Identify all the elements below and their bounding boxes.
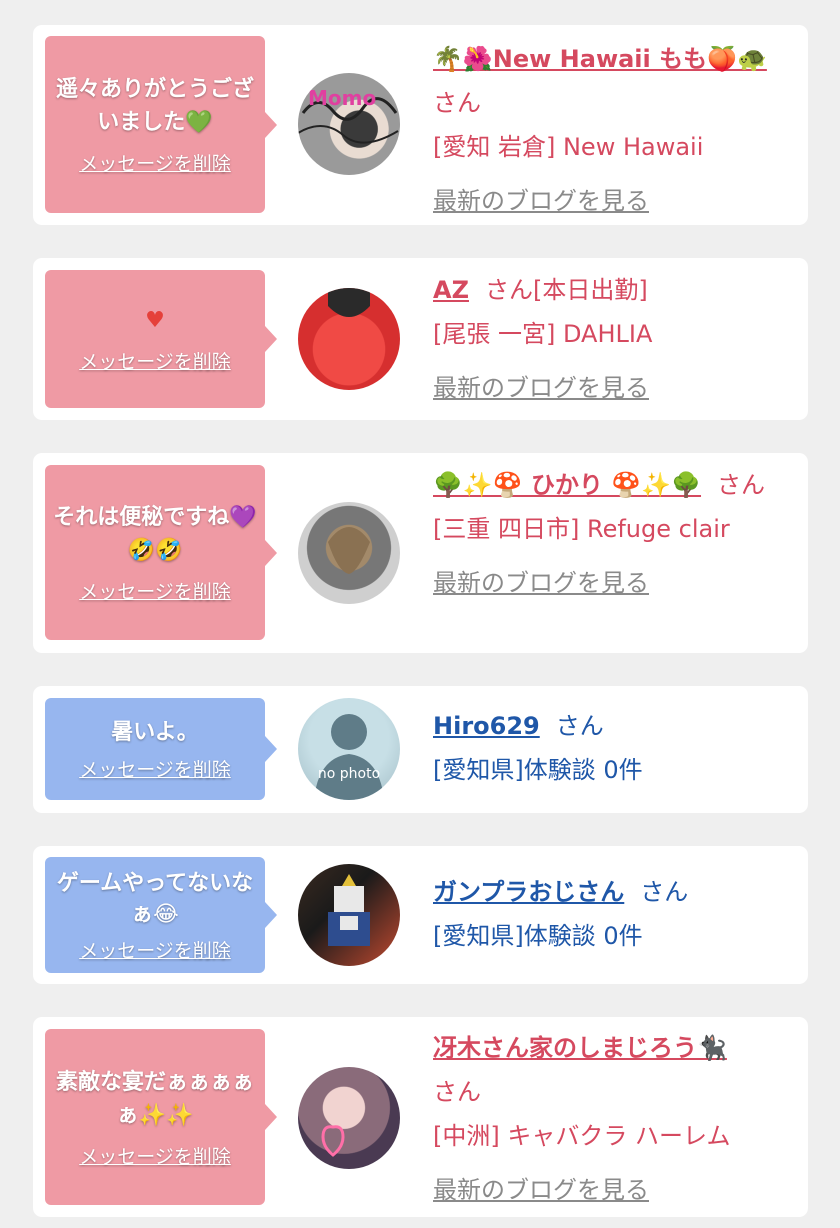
message-text: それは便秘ですね💜🤣🤣 [53,505,257,563]
shop-location: [中洲] キャバクラ ハーレム [433,1122,731,1150]
message-bubble: 素敵な宴だぁぁぁぁぁ✨✨ メッセージを削除 [45,1029,277,1205]
avatar-image [328,527,370,574]
avatar[interactable] [298,864,400,966]
avatar-image [321,1125,345,1157]
message-card: 素敵な宴だぁぁぁぁぁ✨✨ メッセージを削除 冴木さん家のしまじろう🐈‍⬛ さん … [33,1017,808,1217]
sender-info: ガンプラおじさん さん [愛知県]体験談 0件 [433,870,790,958]
message-bubble: ゲームやってないなぁ😂 メッセージを削除 [45,857,277,973]
review-count: [愛知県]体験談 0件 [433,922,643,950]
message-text: ♥ [145,308,165,333]
sender-suffix: さん [717,471,766,499]
sender-name-link[interactable]: 冴木さん家のしまじろう🐈‍⬛ [433,1034,727,1062]
sender-name-link[interactable]: AZ [433,276,469,304]
message-card: 遥々ありがとうございました💚 メッセージを削除 Momo 🌴🌺New Hawai… [33,25,808,225]
sender-info: AZ さん[本日出勤] [尾張 一宮] DAHLIA 最新のブログを見る [433,268,790,410]
shop-location: [尾張 一宮] DAHLIA [433,320,653,348]
avatar-image: no photo [314,714,384,800]
sender-info: 冴木さん家のしまじろう🐈‍⬛ さん [中洲] キャバクラ ハーレム 最新のブログ… [433,1026,790,1212]
avatar[interactable] [298,288,400,390]
delete-message-link[interactable]: メッセージを削除 [79,1142,231,1169]
message-text: 素敵な宴だぁぁぁぁぁ✨✨ [55,1069,254,1128]
delete-message-link[interactable]: メッセージを削除 [79,577,231,604]
sender-info: Hiro629 さん [愛知県]体験談 0件 [433,704,790,792]
avatar-image [328,874,370,946]
avatar-image [328,288,370,317]
delete-message-link[interactable]: メッセージを削除 [79,347,231,374]
sender-name-link[interactable]: 🌳✨🍄 ひかり 🍄✨🌳 [433,471,701,499]
sender-suffix: さん [433,1078,481,1106]
latest-blog-link[interactable]: 最新のブログを見る [433,569,649,597]
delete-message-link[interactable]: メッセージを削除 [79,936,231,963]
review-count: [愛知県]体験談 0件 [433,756,643,784]
message-bubble: 遥々ありがとうございました💚 メッセージを削除 [45,36,277,213]
sender-suffix: さん [555,712,604,740]
message-text: ゲームやってないなぁ😂 [56,870,254,927]
svg-text:Momo: Momo [308,86,376,110]
message-bubble: 暑いよ。 メッセージを削除 [45,698,277,800]
sender-name-link[interactable]: 🌴🌺New Hawaii もも🍑🐢 [433,45,767,73]
no-photo-label: no photo [318,766,380,782]
sender-suffix: さん [640,878,689,906]
delete-message-link[interactable]: メッセージを削除 [79,755,231,782]
latest-blog-link[interactable]: 最新のブログを見る [433,187,649,215]
sender-suffix: さん [433,89,481,117]
sender-name-link[interactable]: Hiro629 [433,712,540,740]
delete-message-link[interactable]: メッセージを削除 [79,149,231,176]
message-bubble: ♥ メッセージを削除 [45,270,277,408]
message-bubble: それは便秘ですね💜🤣🤣 メッセージを削除 [45,465,277,640]
avatar[interactable] [298,502,400,604]
shop-location: [愛知 岩倉] New Hawaii [433,133,704,161]
sender-suffix: さん[本日出勤] [484,276,648,304]
message-card: ♥ メッセージを削除 AZ さん[本日出勤] [尾張 一宮] DAHLIA 最新の… [33,258,808,420]
avatar[interactable]: no photo [298,698,400,800]
avatar[interactable]: Momo [298,73,400,175]
avatar-image: Momo [298,86,399,144]
message-text: 遥々ありがとうございました💚 [55,77,254,135]
sender-info: 🌳✨🍄 ひかり 🍄✨🌳 さん [三重 四日市] Refuge clair 最新のブ… [433,463,790,605]
shop-location: [三重 四日市] Refuge clair [433,515,730,543]
message-card: それは便秘ですね💜🤣🤣 メッセージを削除 🌳✨🍄 ひかり 🍄✨🌳 さん [三重 四… [33,453,808,653]
message-card: 暑いよ。 メッセージを削除 no photo Hiro629 さん [愛知県]体験… [33,686,808,813]
latest-blog-link[interactable]: 最新のブログを見る [433,1176,649,1204]
avatar[interactable] [298,1067,400,1169]
sender-name-link[interactable]: ガンプラおじさん [433,878,624,906]
message-card: ゲームやってないなぁ😂 メッセージを削除 ガンプラおじさん さん [愛知県]体験談… [33,846,808,984]
message-text: 暑いよ。 [111,720,199,745]
latest-blog-link[interactable]: 最新のブログを見る [433,374,649,402]
sender-info: 🌴🌺New Hawaii もも🍑🐢 さん [愛知 岩倉] New Hawaii … [433,37,790,223]
